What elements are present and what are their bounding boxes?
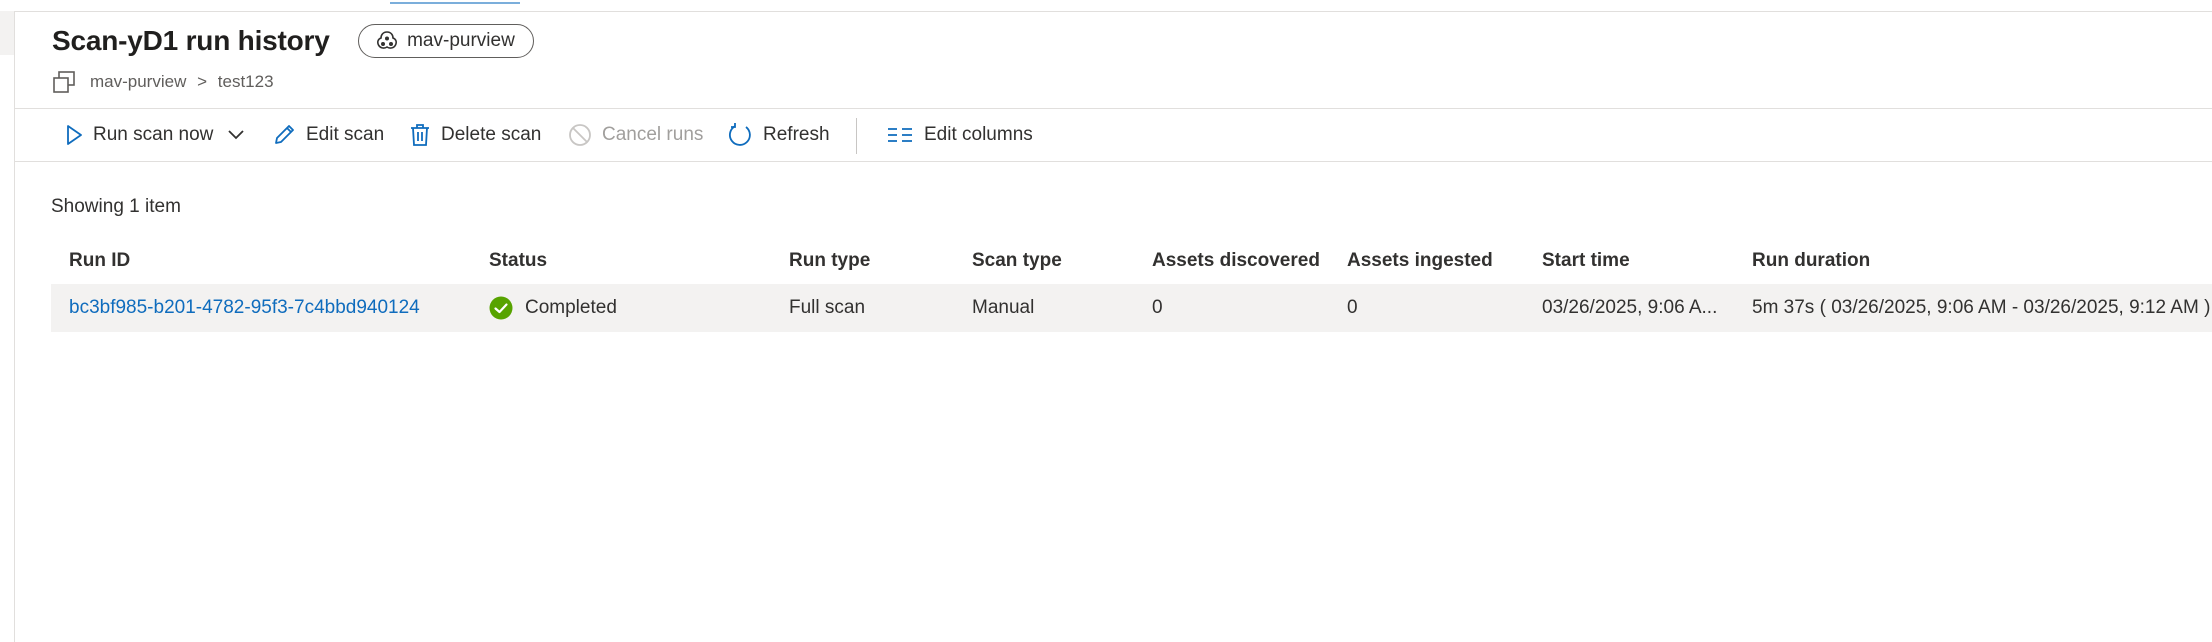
left-navigation-rail [0, 11, 15, 642]
refresh-button[interactable]: Refresh [727, 109, 830, 161]
column-header-assets-discovered[interactable]: Assets discovered [1152, 242, 1320, 280]
edit-columns-button[interactable]: Edit columns [886, 109, 1033, 161]
run-scan-now-button[interactable]: Run scan now [65, 109, 245, 161]
run-id-link[interactable]: bc3bf985-b201-4782-95f3-7c4bbd940124 [69, 284, 420, 332]
cutoff-link-fragment [390, 0, 520, 4]
status-cell: Completed [489, 284, 617, 332]
column-header-start-time[interactable]: Start time [1542, 242, 1630, 280]
item-count: Showing 1 item [51, 196, 181, 217]
breadcrumb-parent[interactable]: mav-purview [90, 72, 186, 91]
edit-scan-button[interactable]: Edit scan [272, 109, 384, 161]
column-header-scan-type[interactable]: Scan type [972, 242, 1062, 280]
command-bar: Run scan now Edit scan Delete scan Cance… [14, 108, 2212, 162]
toolbar-divider [856, 118, 857, 154]
refresh-icon [729, 123, 751, 146]
column-header-status[interactable]: Status [489, 242, 547, 280]
run-type-cell: Full scan [789, 297, 866, 318]
breadcrumb: mav-purview > test123 [52, 70, 274, 94]
page-title: Scan-yD1 run history [52, 25, 330, 56]
status-text: Completed [525, 297, 617, 318]
data-source-pill-label: mav-purview [407, 30, 515, 51]
cancel-runs-button[interactable]: Cancel runs [568, 109, 703, 161]
breadcrumb-current[interactable]: test123 [218, 72, 274, 91]
edit-columns-label: Edit columns [924, 124, 1033, 145]
column-header-run-type[interactable]: Run type [789, 242, 870, 280]
breadcrumb-separator: > [197, 72, 208, 91]
purview-logo-icon [377, 31, 398, 49]
scan-type-cell: Manual [972, 297, 1035, 318]
pencil-icon [275, 125, 294, 144]
run-history-table: Run ID Status Run type Scan type Assets … [51, 242, 2212, 332]
run-duration-cell: 5m 37s ( 03/26/2025, 9:06 AM - 03/26/202… [1752, 297, 2211, 318]
play-icon [67, 125, 82, 145]
left-rail-selected-segment [0, 11, 14, 55]
delete-scan-button[interactable]: Delete scan [409, 109, 541, 161]
column-header-run-duration[interactable]: Run duration [1752, 242, 1870, 280]
refresh-label: Refresh [763, 124, 830, 145]
table-row[interactable]: bc3bf985-b201-4782-95f3-7c4bbd940124 Com… [51, 284, 2212, 332]
column-header-run-id[interactable]: Run ID [69, 242, 130, 280]
assets-discovered-cell: 0 [1152, 297, 1163, 318]
checkmark-circle-icon [489, 296, 513, 320]
page-header: Scan-yD1 run history mav-purview [52, 24, 534, 58]
trash-icon [411, 124, 429, 146]
columns-icon [888, 128, 912, 142]
top-strip [0, 0, 2212, 12]
assets-ingested-cell: 0 [1347, 297, 1358, 318]
collection-icon [53, 71, 75, 93]
table-header-row: Run ID Status Run type Scan type Assets … [51, 242, 2212, 280]
cancel-runs-label: Cancel runs [602, 124, 704, 145]
start-time-cell: 03/26/2025, 9:06 A... [1542, 297, 1718, 318]
delete-scan-label: Delete scan [441, 124, 542, 145]
data-source-pill[interactable]: mav-purview [358, 24, 534, 58]
edit-scan-label: Edit scan [306, 124, 385, 145]
cancel-icon [569, 124, 591, 146]
chevron-down-icon[interactable] [227, 129, 245, 141]
column-header-assets-ingested[interactable]: Assets ingested [1347, 242, 1493, 280]
run-scan-now-label: Run scan now [93, 124, 214, 145]
